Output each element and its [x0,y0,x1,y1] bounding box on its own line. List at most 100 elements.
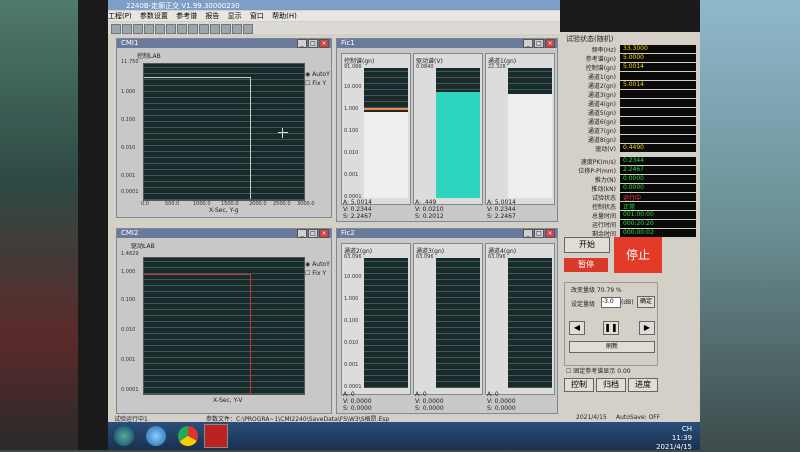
fic1-top-value: 0.0840 [416,64,434,70]
status-value [620,117,696,125]
toolbar-zoom-icon[interactable] [188,24,198,34]
minimize-icon[interactable]: _ [297,229,307,238]
toolbar-copy-icon[interactable] [166,24,176,34]
toolbar-help-icon[interactable] [243,24,253,34]
toolbar-cut-icon[interactable] [155,24,165,34]
toolbar-settings-icon[interactable] [232,24,242,34]
refresh-button[interactable]: 刷新 [569,341,655,353]
close-icon[interactable]: × [545,39,555,48]
toolbar [108,22,560,34]
menu-report[interactable]: 报告 [205,12,219,20]
fic2-tick: 0.0001 [344,384,362,390]
status-value [620,72,696,80]
minimize-icon[interactable]: _ [523,39,533,48]
background-left [0,0,78,450]
status-label: 通道4(gn) [587,101,616,108]
cmi2-fix-check[interactable]: ☐ Fix Y [305,270,326,277]
cmi1-auto-radio[interactable]: ◉ AutoY [305,71,330,78]
minimize-icon[interactable]: _ [523,229,533,238]
app-taskbar-icon[interactable] [204,424,228,448]
toolbar-print-icon[interactable] [144,24,154,34]
clock-time[interactable]: 11:39 [656,434,692,443]
cmi1-fix-check[interactable]: ☐ Fix Y [305,80,326,87]
fic2-tick: 0.001 [344,362,359,368]
tab-archive[interactable]: 归档 [596,378,626,392]
readout-line: V: 0.2344 [343,206,372,213]
menu-window[interactable]: 窗口 [250,12,264,20]
menu-project[interactable]: 工程(P) [108,12,132,20]
menu-reference[interactable]: 参考谱 [176,12,197,20]
cmi2-plot[interactable] [143,257,305,395]
status-value: 5.0014 [620,63,696,71]
fic2-panel-ch4: 通道4(gn) 63.096 [485,243,555,395]
readout-line: V: 0.0210 [415,206,444,213]
toolbar-open-icon[interactable] [122,24,132,34]
cmi1-y-top: 11.750 [121,59,139,65]
status-value: 000:00:02 [620,229,696,237]
toolbar-chart-icon[interactable] [221,24,231,34]
level-pause-icon[interactable]: ❚❚ [603,321,619,335]
clock-date[interactable]: 2021/4/15 [656,443,692,452]
fix-ref-check[interactable]: ☐ 固定参考谱显示 0.00 [566,366,631,375]
close-icon[interactable]: × [545,229,555,238]
status-value [620,90,696,98]
ie-icon[interactable] [146,426,166,446]
fic1-tick: 0.010 [344,150,359,156]
db-input[interactable]: -3.0 [601,297,621,308]
cmi1-y-tick: 0.0001 [121,189,139,195]
status-label: 推动(kN) [591,186,616,193]
fic2-titlebar: Fic2 _ □ × [337,229,557,238]
readout-line: V: 0.0000 [415,398,444,405]
status-label: 通道3(gn) [587,92,616,99]
toolbar-run-icon[interactable] [199,24,209,34]
status-label: 驱动(V) [595,146,616,153]
minimize-icon[interactable]: _ [297,39,307,48]
toolbar-stop-icon[interactable] [210,24,220,34]
status-label: 总量时间 [591,213,616,220]
cmi2-titlebar: CMI2 _ □ × [117,229,331,238]
status-label: 频率(Hz) [591,47,616,54]
cmi2-y-tick: 0.0001 [121,387,139,393]
chrome-icon[interactable] [178,426,198,446]
background-right [700,0,800,450]
maximize-icon[interactable]: □ [308,229,318,238]
status-panel: 试验状态(随机) 频率(Hz) 33.3000 参考谱(gn) 5.0000 控制谱… [560,32,700,418]
cmi1-title: CMI1 [121,39,139,47]
confirm-button[interactable]: 确定 [637,296,655,308]
maximize-icon[interactable]: □ [534,229,544,238]
fix-ref-value: 0.00 [617,368,631,375]
readout-line: S: 0.0000 [415,405,444,412]
fic2-panel-ch2: 通道2(gn) 63.096 10.000 1.000 0.100 0.010 … [341,243,411,395]
tab-progress[interactable]: 进度 [628,378,658,392]
maximize-icon[interactable]: □ [308,39,318,48]
cmi1-plot-title: 控制LAB [137,53,161,60]
fic1-tick: 10.000 [344,84,362,90]
toolbar-save-icon[interactable] [133,24,143,34]
tray-lang[interactable]: CH [682,425,692,433]
close-icon[interactable]: × [319,229,329,238]
status-value: 33.3000 [620,45,696,53]
stop-button[interactable]: 停止 [614,237,662,273]
close-icon[interactable]: × [319,39,329,48]
toolbar-paste-icon[interactable] [177,24,187,34]
start-orb-icon[interactable] [114,426,134,446]
start-button[interactable]: 开始 [564,237,610,253]
tab-control[interactable]: 控制 [564,378,594,392]
cmi2-auto-label: AutoY [312,261,330,268]
toolbar-new-icon[interactable] [111,24,121,34]
cmi2-plot-title: 驱动LAB [131,243,155,250]
menu-help[interactable]: 帮助(H) [272,12,297,20]
cmi2-auto-radio[interactable]: ◉ AutoY [305,261,330,268]
status-label: 通道6(gn) [587,119,616,126]
fic2-readout-ch4: A: 0 V: 0.0000 S: 0.0000 [487,391,516,412]
cmi1-plot[interactable] [143,63,305,201]
menu-display[interactable]: 显示 [228,12,242,20]
status-title: 试验状态(随机) [566,35,614,43]
status-label: 通道5(gn) [587,110,616,117]
menu-params[interactable]: 参数设置 [140,12,168,20]
level-next-icon[interactable]: ▶ [639,321,655,335]
maximize-icon[interactable]: □ [534,39,544,48]
fic1-panel-ch1: 通道1(gn) 22.328 [485,53,555,205]
level-prev-icon[interactable]: ◀ [569,321,585,335]
pause-button[interactable]: 暂停 [564,258,608,272]
